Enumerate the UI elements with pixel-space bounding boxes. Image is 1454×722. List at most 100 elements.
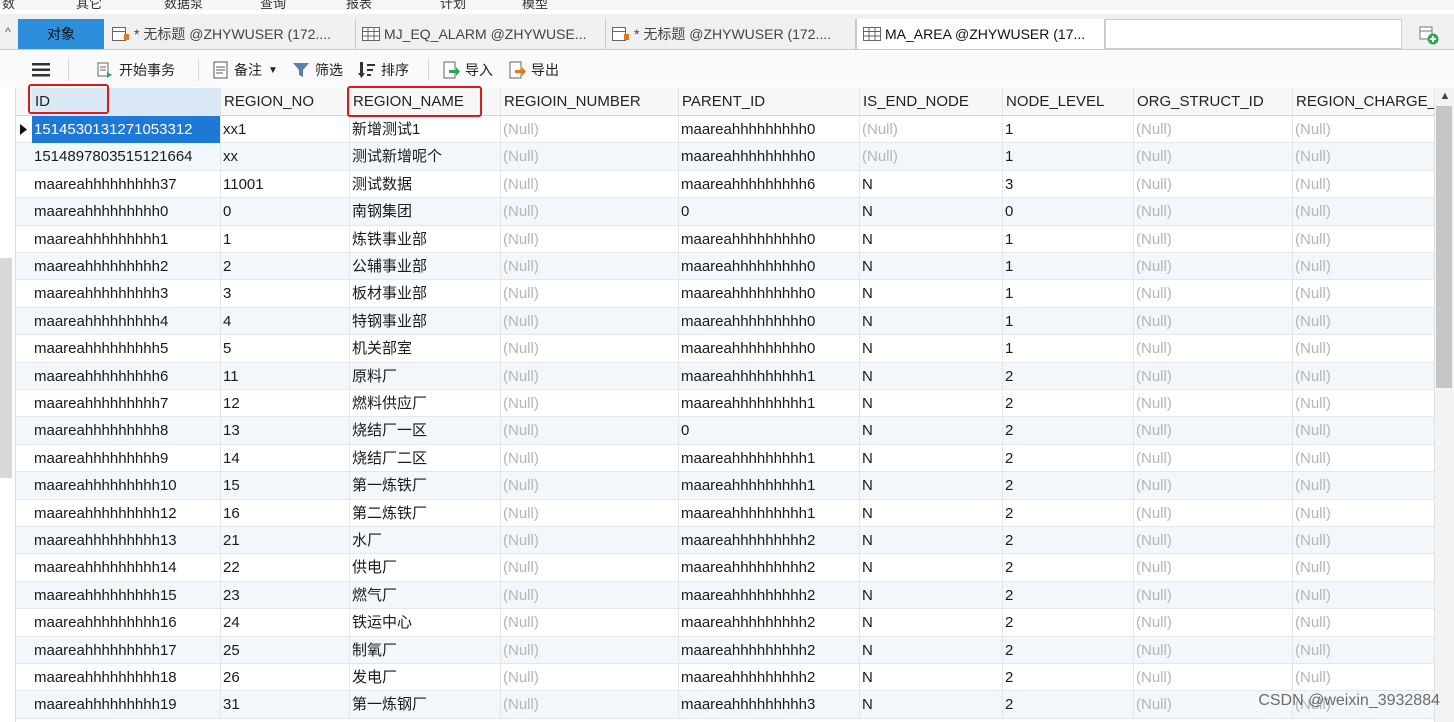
table-cell[interactable]: maareahhhhhhhhh5	[32, 335, 221, 363]
table-cell[interactable]: maareahhhhhhhhh6	[32, 362, 221, 390]
table-cell[interactable]: 0	[221, 198, 350, 226]
menu-item[interactable]: 其它	[76, 0, 102, 10]
table-cell[interactable]: (Null)	[1134, 116, 1293, 143]
table-cell[interactable]: N	[860, 472, 1003, 500]
tab-objects[interactable]: 对象	[18, 19, 104, 49]
vertical-scrollbar[interactable]: ▲	[1434, 88, 1454, 722]
table-cell[interactable]: maareahhhhhhhhh0	[679, 143, 860, 171]
table-cell[interactable]: (Null)	[1293, 445, 1434, 472]
tab-document-2[interactable]: MJ_EQ_ALARM @ZHYWUSE...	[356, 19, 606, 49]
filter-button[interactable]: 筛选	[292, 59, 343, 81]
table-cell[interactable]: 2	[1003, 581, 1134, 609]
table-cell[interactable]: 供电厂	[350, 554, 501, 582]
table-row[interactable]: maareahhhhhhhhh9 14 烧结厂二区 (Null) maareahhhhh…	[16, 444, 1434, 473]
table-cell[interactable]: 2	[1003, 554, 1134, 582]
table-cell[interactable]: (Null)	[1134, 417, 1293, 445]
table-cell[interactable]: (Null)	[1134, 444, 1293, 472]
table-cell[interactable]: N	[860, 581, 1003, 609]
table-cell[interactable]: (Null)	[501, 444, 679, 472]
table-cell[interactable]: 1	[1003, 143, 1134, 171]
table-cell[interactable]: 1	[1003, 280, 1134, 308]
table-cell[interactable]: (Null)	[501, 280, 679, 308]
table-cell[interactable]: 11001	[221, 170, 350, 198]
table-cell[interactable]: 26	[221, 664, 350, 691]
table-cell[interactable]: 1	[221, 225, 350, 253]
table-cell[interactable]: (Null)	[1134, 527, 1293, 554]
table-cell[interactable]: (Null)	[1134, 390, 1293, 417]
table-cell[interactable]: N	[860, 609, 1003, 637]
table-cell[interactable]: (Null)	[501, 417, 679, 445]
table-cell[interactable]: (Null)	[501, 390, 679, 417]
table-cell[interactable]: maareahhhhhhhhh1	[679, 472, 860, 500]
note-button[interactable]: 备注 ▼	[213, 59, 278, 81]
table-cell[interactable]: maareahhhhhhhhh7	[32, 390, 221, 417]
table-cell[interactable]: (Null)	[1293, 500, 1434, 527]
table-cell[interactable]: N	[860, 417, 1003, 445]
table-cell[interactable]: 11	[221, 362, 350, 390]
table-cell[interactable]: 烧结厂一区	[350, 417, 501, 445]
table-cell[interactable]: maareahhhhhhhhh2	[679, 636, 860, 664]
table-cell[interactable]: 2	[1003, 664, 1134, 691]
table-cell[interactable]: 测试数据	[350, 170, 501, 198]
table-cell[interactable]: 31	[221, 691, 350, 719]
table-cell[interactable]: 2	[1003, 362, 1134, 390]
table-row[interactable]: maareahhhhhhhhh1 1 炼铁事业部 (Null) maareahhhhhh…	[16, 225, 1434, 253]
table-cell[interactable]: N	[860, 444, 1003, 472]
table-row[interactable]: maareahhhhhhhhh14 22 供电厂 (Null) maareahhhhhh…	[16, 554, 1434, 582]
table-cell[interactable]: 13	[221, 417, 350, 445]
table-cell[interactable]: N	[860, 636, 1003, 664]
table-cell[interactable]: N	[860, 253, 1003, 280]
table-cell[interactable]: 发电厂	[350, 664, 501, 691]
table-cell[interactable]: (Null)	[501, 253, 679, 280]
table-cell[interactable]: (Null)	[1293, 637, 1434, 664]
table-cell[interactable]: 铁运中心	[350, 609, 501, 637]
table-cell[interactable]: 公辅事业部	[350, 253, 501, 280]
table-row[interactable]: maareahhhhhhhhh2 2 公辅事业部 (Null) maareahhhhhh…	[16, 253, 1434, 281]
table-cell[interactable]: (Null)	[1293, 363, 1434, 390]
table-cell[interactable]: 0	[679, 198, 860, 226]
table-row[interactable]: maareahhhhhhhhh16 24 铁运中心 (Null) maareahhhhh…	[16, 609, 1434, 637]
table-cell[interactable]: 特钢事业部	[350, 307, 501, 335]
table-cell[interactable]: (Null)	[501, 335, 679, 363]
table-cell[interactable]: xx	[221, 143, 350, 171]
table-cell[interactable]: (Null)	[1293, 226, 1434, 253]
table-row[interactable]: 1514897803515121664 xx 测试新增呢个 (Null) maareah…	[16, 143, 1434, 171]
table-cell[interactable]: 2	[1003, 417, 1134, 445]
table-cell[interactable]: (Null)	[501, 170, 679, 198]
table-cell[interactable]: (Null)	[1134, 472, 1293, 500]
menu-item[interactable]: 报表	[346, 0, 372, 10]
table-cell[interactable]: (Null)	[501, 362, 679, 390]
menu-icon[interactable]	[32, 59, 55, 81]
table-cell[interactable]: 5	[221, 335, 350, 363]
table-cell[interactable]: maareahhhhhhhhh14	[32, 554, 221, 582]
menu-item[interactable]: 查询	[260, 0, 286, 10]
table-cell[interactable]: maareahhhhhhhhh8	[32, 417, 221, 445]
table-cell[interactable]: maareahhhhhhhhh1	[679, 362, 860, 390]
table-cell[interactable]: 2	[1003, 527, 1134, 554]
table-cell[interactable]: 1	[1003, 225, 1134, 253]
table-cell[interactable]: N	[860, 554, 1003, 582]
new-tab-icon[interactable]	[1418, 24, 1440, 46]
table-cell[interactable]: maareahhhhhhhhh1	[32, 225, 221, 253]
import-button[interactable]: 导入	[442, 59, 493, 81]
table-cell[interactable]: 板材事业部	[350, 280, 501, 308]
table-cell[interactable]: 制氧厂	[350, 636, 501, 664]
table-cell[interactable]: (Null)	[1134, 609, 1293, 637]
table-cell[interactable]: (Null)	[1134, 280, 1293, 308]
table-cell[interactable]: maareahhhhhhhhh1	[679, 444, 860, 472]
table-cell[interactable]: N	[860, 664, 1003, 691]
table-cell[interactable]: maareahhhhhhhhh2	[679, 527, 860, 554]
table-row[interactable]: maareahhhhhhhhh7 12 燃料供应厂 (Null) maareahhhhh…	[16, 390, 1434, 418]
table-cell[interactable]: 0	[1003, 198, 1134, 226]
table-cell[interactable]: maareahhhhhhhhh0	[679, 307, 860, 335]
table-cell[interactable]: 21	[221, 527, 350, 554]
table-cell[interactable]: (Null)	[501, 691, 679, 719]
table-cell[interactable]: 炼铁事业部	[350, 225, 501, 253]
table-cell[interactable]: (Null)	[1134, 499, 1293, 527]
table-cell[interactable]: (Null)	[1293, 582, 1434, 609]
column-header-region-no[interactable]: REGION_NO	[221, 88, 350, 116]
table-cell[interactable]: (Null)	[1134, 225, 1293, 253]
table-cell[interactable]: (Null)	[501, 499, 679, 527]
table-cell[interactable]: maareahhhhhhhhh10	[32, 472, 221, 500]
column-header-org-struct-id[interactable]: ORG_STRUCT_ID	[1134, 88, 1293, 116]
